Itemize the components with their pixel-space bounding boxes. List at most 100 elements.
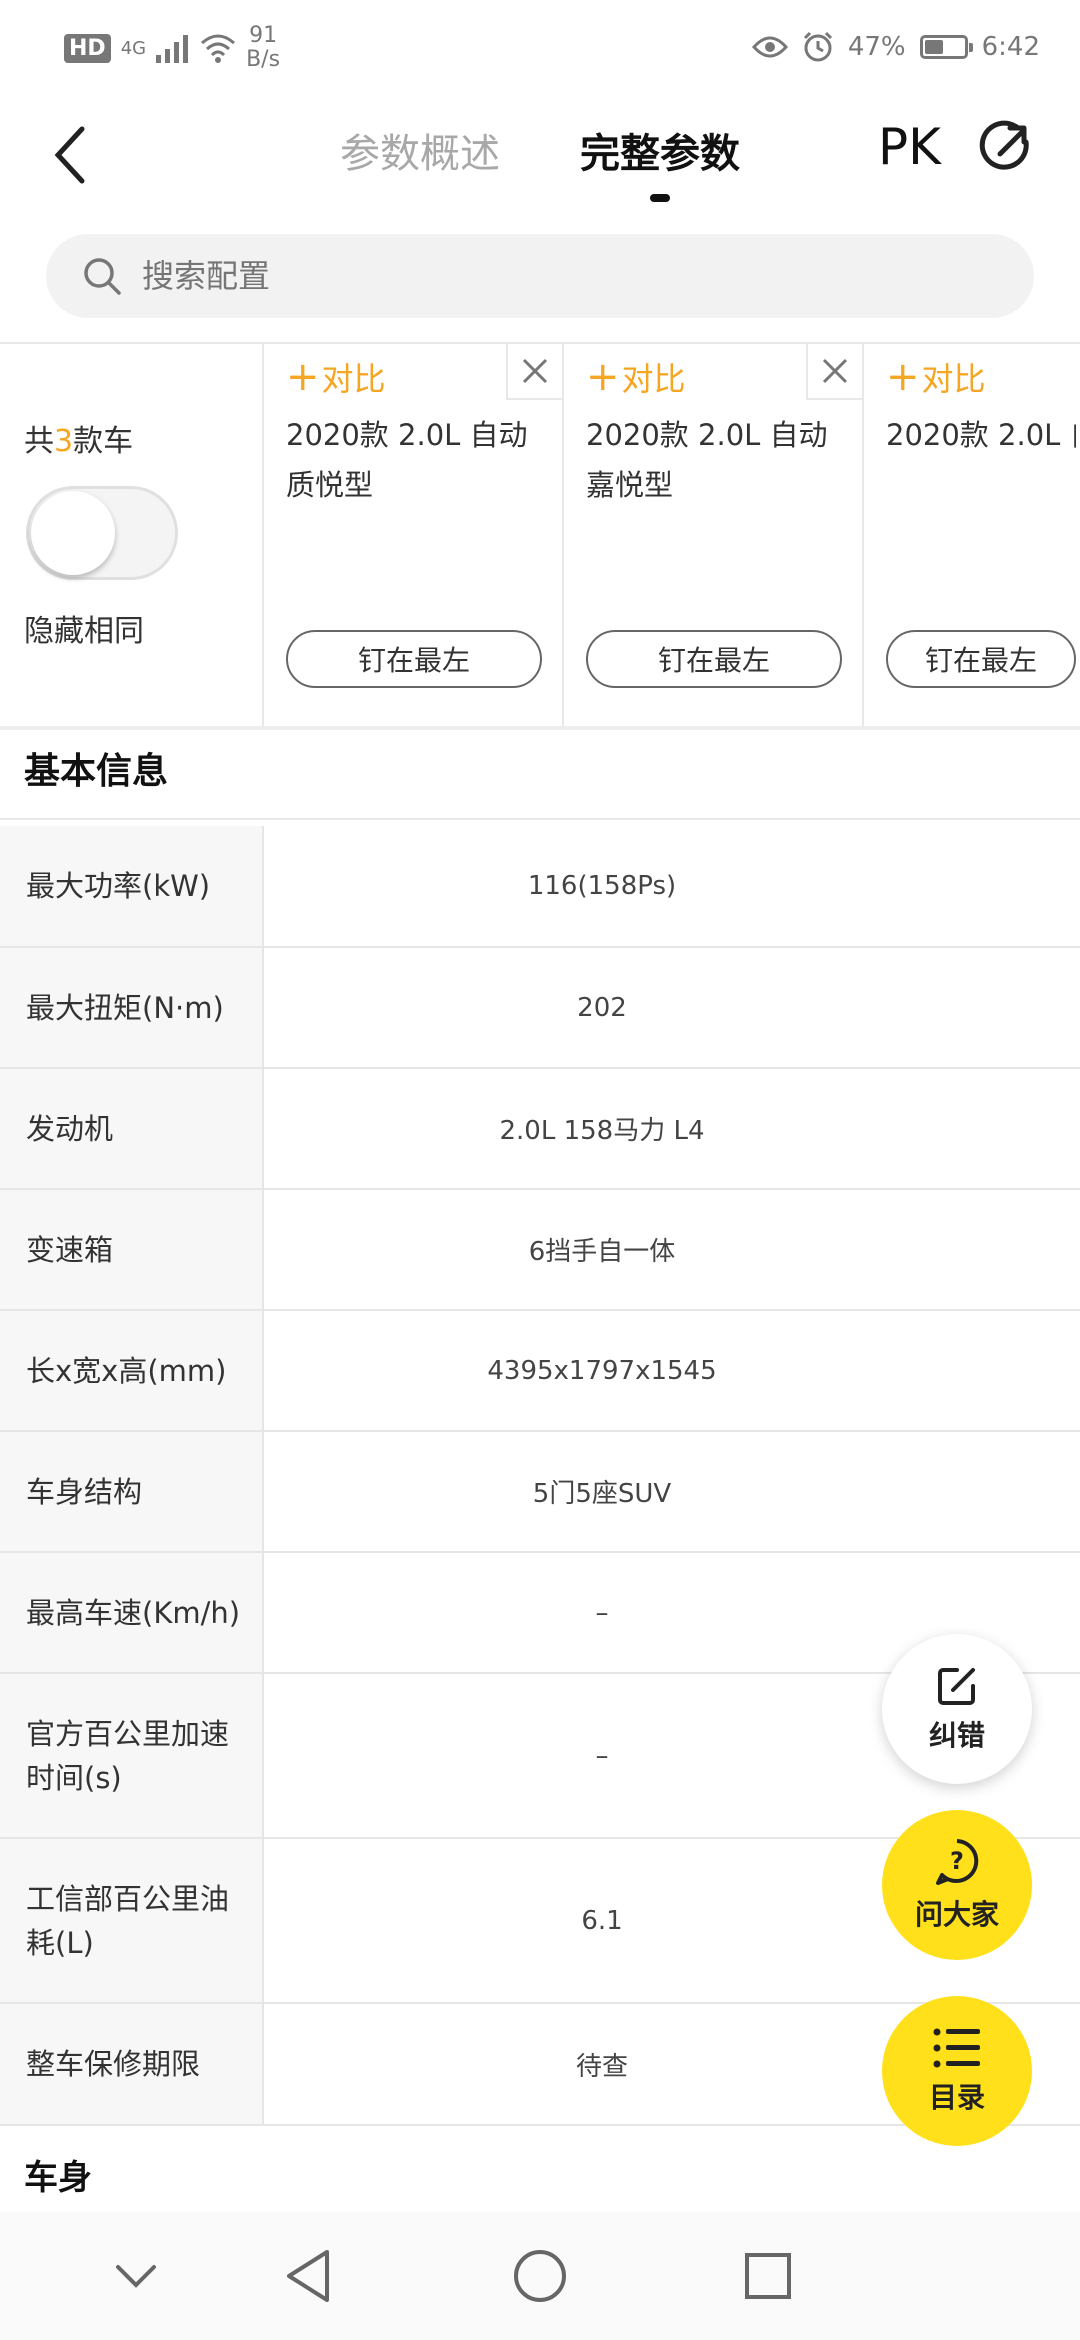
alarm-icon — [803, 31, 832, 62]
close-icon — [522, 358, 548, 384]
battery-icon — [919, 35, 973, 59]
wifi-icon — [201, 34, 236, 63]
chevron-left-icon — [54, 126, 85, 184]
list-icon — [933, 2028, 980, 2068]
compare-left-panel: 共3款车 隐藏相同 — [0, 344, 264, 726]
search-bar[interactable] — [46, 234, 1034, 318]
search-icon — [84, 258, 121, 295]
param-label: 整车保修期限 — [0, 2004, 264, 2124]
car-count: 共3款车 — [24, 416, 133, 460]
nav-back-button[interactable] — [276, 2244, 340, 2308]
system-nav-bar — [0, 2212, 1080, 2340]
top-nav: 参数概述 完整参数 PK — [0, 90, 1080, 220]
remove-car-button[interactable] — [506, 344, 562, 400]
param-label: 工信部百公里油耗(L) — [0, 1839, 264, 2002]
active-tab-indicator — [650, 194, 670, 202]
car-name: 2020款 2.0L 自动 — [886, 418, 1076, 452]
add-compare-label: 对比 — [321, 360, 386, 398]
plus-icon: + — [586, 354, 620, 400]
param-label: 变速箱 — [0, 1190, 264, 1309]
square-recents-icon — [745, 2253, 791, 2299]
table-row: 最大功率(kW) 116(158Ps) — [0, 826, 1080, 948]
pin-left-button[interactable]: 钉在最左 — [586, 630, 842, 688]
remove-car-button[interactable] — [806, 344, 862, 400]
ask-label: 问大家 — [914, 1898, 999, 1931]
back-button[interactable] — [40, 120, 100, 190]
table-row: 长x宽x高(mm) 4395x1797x1545 — [0, 1311, 1080, 1432]
section-title-body: 车身 — [24, 2158, 92, 2198]
catalog-label: 目录 — [928, 2081, 985, 2114]
tab-full-params[interactable]: 完整参数 — [580, 124, 740, 184]
catalog-button[interactable]: 目录 — [882, 1996, 1032, 2146]
table-row: 车身结构 5门5座SUV — [0, 1432, 1080, 1553]
car-column: +对比 2020款 2.0L 自动嘉悦型 钉在最左 — [564, 344, 864, 726]
plus-icon: + — [286, 354, 320, 400]
hide-same-label: 隐藏相同 — [24, 614, 144, 649]
battery-level — [924, 40, 943, 54]
param-label: 最高车速(Km/h) — [0, 1553, 264, 1672]
plus-icon: + — [886, 354, 920, 400]
param-value: 4395x1797x1545 — [487, 1355, 717, 1386]
param-value: 116(158Ps) — [527, 871, 677, 901]
add-compare-button[interactable]: +对比 — [286, 354, 386, 400]
param-label: 长x宽x高(mm) — [0, 1311, 264, 1430]
param-value: 5门5座SUV — [532, 1479, 672, 1509]
hide-same-toggle[interactable] — [26, 486, 178, 580]
chevron-down-icon — [116, 2265, 156, 2288]
search-input[interactable] — [140, 256, 944, 296]
pin-left-button[interactable]: 钉在最左 — [886, 630, 1076, 688]
divider — [0, 726, 1080, 730]
add-compare-button[interactable]: +对比 — [586, 354, 686, 400]
compare-header: 共3款车 隐藏相同 +对比 2020款 2.0L 自动质悦型 钉在最左 +对比 … — [0, 344, 1080, 726]
clock: 6:42 — [981, 32, 1040, 62]
nav-recents-button[interactable] — [736, 2244, 800, 2308]
table-row: 最大扭矩(N·m) 202 — [0, 948, 1080, 1069]
count-prefix: 共 — [24, 424, 54, 459]
param-value: 6挡手自一体 — [528, 1237, 676, 1267]
edit-icon — [938, 1668, 975, 1705]
close-icon — [822, 358, 848, 384]
nav-collapse-button[interactable] — [104, 2244, 168, 2308]
tab-overview[interactable]: 参数概述 — [340, 124, 500, 184]
table-row: 发动机 2.0L 158马力 L4 — [0, 1069, 1080, 1190]
signal-icon — [156, 35, 189, 63]
hd-badge: HD — [64, 33, 111, 63]
share-icon — [979, 120, 1029, 170]
toggle-knob — [31, 491, 115, 575]
add-compare-label: 对比 — [621, 360, 686, 398]
status-left: HD 4G 91 B/s — [64, 18, 280, 78]
network-speed: 91 B/s — [246, 24, 280, 72]
divider — [0, 818, 1080, 820]
add-compare-label: 对比 — [921, 360, 986, 398]
question-bubble-icon: ? — [936, 1839, 979, 1885]
add-compare-button[interactable]: +对比 — [886, 354, 986, 400]
param-label: 最大功率(kW) — [0, 826, 264, 946]
param-label: 官方百公里加速时间(s) — [0, 1674, 264, 1837]
share-button[interactable] — [978, 120, 1034, 176]
car-name: 2020款 2.0L 自动质悦型 — [286, 418, 528, 502]
correct-label: 纠错 — [928, 1719, 985, 1752]
table-row: 变速箱 6挡手自一体 — [0, 1190, 1080, 1311]
param-label: 车身结构 — [0, 1432, 264, 1551]
param-value: 2.0L 158马力 L4 — [499, 1116, 705, 1146]
car-name: 2020款 2.0L 自动嘉悦型 — [586, 418, 828, 502]
count-suffix: 款车 — [73, 424, 134, 459]
count-number: 3 — [54, 424, 74, 459]
network-type: 4G — [120, 37, 147, 59]
ask-everyone-button[interactable]: ? 问大家 — [882, 1810, 1032, 1960]
status-bar: HD 4G 91 B/s 47% 6:42 — [0, 0, 1080, 90]
param-label: 发动机 — [0, 1069, 264, 1188]
eye-icon — [751, 36, 788, 58]
correct-button[interactable]: 纠错 — [882, 1634, 1032, 1784]
param-value: 202 — [577, 992, 627, 1023]
car-column: +对比 2020款 2.0L 自动质悦型 钉在最左 — [264, 344, 564, 726]
param-label: 最大扭矩(N·m) — [0, 948, 264, 1067]
circle-home-icon — [514, 2250, 566, 2302]
pk-button[interactable]: PK — [878, 112, 941, 182]
pin-left-button[interactable]: 钉在最左 — [286, 630, 542, 688]
status-right: 47% 6:42 — [751, 22, 1040, 72]
car-column: +对比 2020款 2.0L 自动 钉在最左 — [864, 344, 1080, 726]
speed-value: 91 — [249, 23, 278, 48]
triangle-back-icon — [287, 2250, 329, 2302]
nav-home-button[interactable] — [508, 2244, 572, 2308]
